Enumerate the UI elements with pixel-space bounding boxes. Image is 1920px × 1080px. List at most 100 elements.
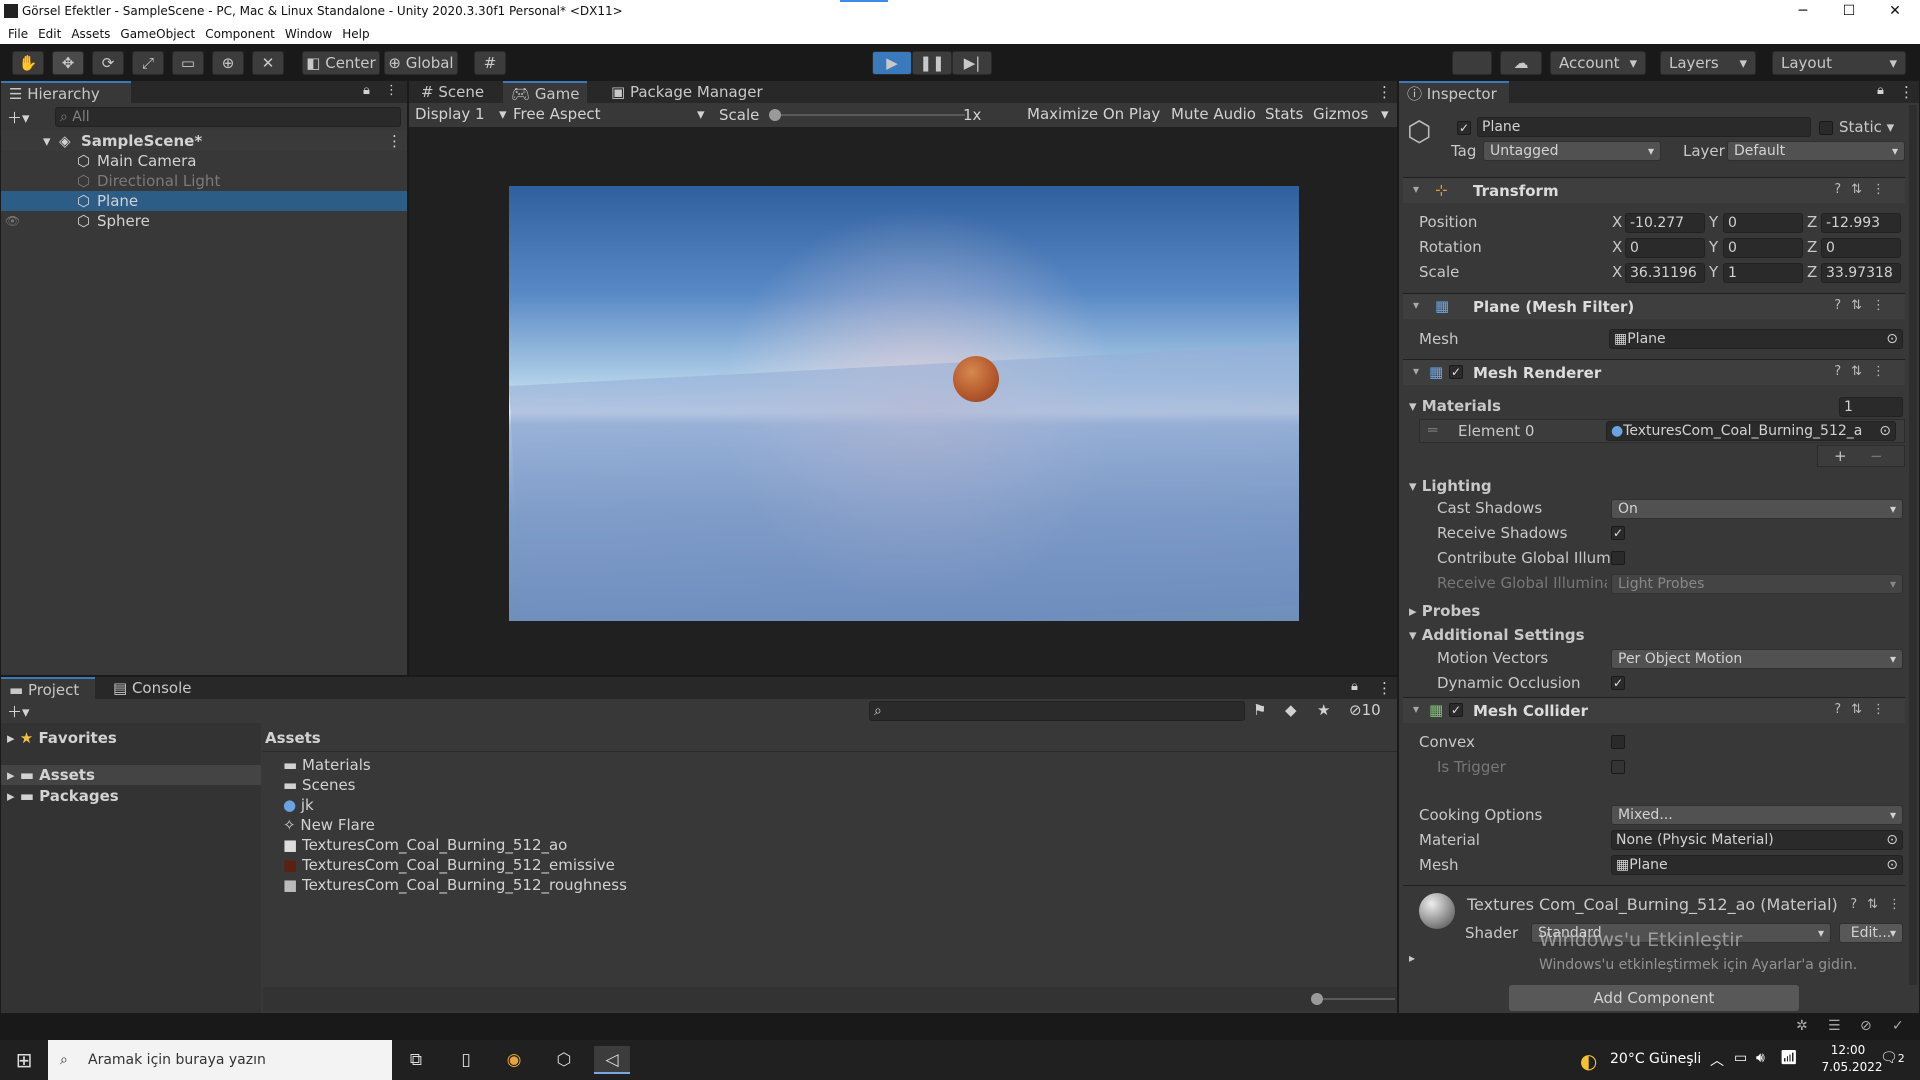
lighting-foldout[interactable]: ▾ Lighting [1409, 477, 1492, 495]
tab-console[interactable]: ▤ Console [105, 677, 200, 699]
additional-settings-foldout[interactable]: ▾ Additional Settings [1409, 626, 1585, 644]
close-button[interactable]: ✕ [1872, 0, 1918, 24]
tree-favorites[interactable]: ▸ ★ Favorites [7, 729, 117, 747]
aspect-dropdown[interactable]: Free Aspect ▾ [513, 105, 709, 123]
scale-slider-handle[interactable] [769, 109, 781, 121]
clock-time[interactable]: 12:00 [1818, 1043, 1878, 1057]
position-z-field[interactable]: -12.993 [1821, 213, 1901, 233]
collider-mesh-field[interactable]: ▦Plane ⊙ [1611, 855, 1903, 875]
game-viewport[interactable] [509, 186, 1299, 621]
cloud-icon[interactable]: ☁ [1500, 51, 1542, 75]
notification-icon[interactable]: 🗨︎2 [1880, 1050, 1905, 1066]
dynamic-occlusion-checkbox[interactable]: ✓ [1611, 676, 1625, 690]
visibility-eye-icon[interactable]: 👁︎ [5, 211, 20, 231]
mesh-filter-header[interactable]: ▾ ▦ Plane (Mesh Filter) ?⇅⋮ [1403, 293, 1905, 319]
position-y-field[interactable]: 0 [1723, 213, 1803, 233]
hierarchy-search-input[interactable]: ⌕ All [55, 107, 401, 127]
tab-hierarchy[interactable]: ☰ Hierarchy [1, 81, 131, 103]
hidden-packages-icon[interactable]: ⊘10 [1349, 701, 1381, 719]
remove-element-button[interactable]: − [1870, 447, 1883, 465]
lock-icon[interactable]: 🔒︎ [1877, 83, 1884, 98]
mute-audio-toggle[interactable]: Mute Audio [1171, 105, 1256, 123]
component-header-icons[interactable]: ?⇅⋮ [1834, 364, 1895, 379]
hierarchy-item[interactable]: ⬡ Main Camera [1, 151, 407, 171]
receive-shadows-checkbox[interactable]: ✓ [1611, 526, 1625, 540]
kebab-menu-icon[interactable]: ⋮ [1899, 83, 1914, 101]
static-dropdown[interactable]: Static ▾ [1839, 118, 1894, 136]
materials-count-field[interactable]: 1 [1839, 397, 1903, 417]
receive-gi-dropdown[interactable]: Light Probes [1611, 574, 1903, 594]
pause-button[interactable]: ❚❚ [912, 51, 952, 75]
tag-dropdown[interactable]: Untagged [1483, 141, 1661, 161]
progress-check-icon[interactable]: ✓ [1892, 1018, 1904, 1034]
physic-material-field[interactable]: None (Physic Material) ⊙ [1611, 830, 1903, 850]
hierarchy-item-selected[interactable]: ⬡ Plane [1, 191, 407, 211]
shader-edit-button[interactable]: Edit... [1839, 923, 1903, 943]
layers-dropdown[interactable]: Layers ▾ [1660, 51, 1756, 75]
tab-inspector[interactable]: ⓘ Inspector [1399, 81, 1509, 103]
account-dropdown[interactable]: Account ▾ [1550, 51, 1646, 75]
project-search-input[interactable]: ⌕ [869, 701, 1245, 721]
collab-button[interactable] [1452, 51, 1492, 75]
hand-tool-icon[interactable]: ✋ [12, 51, 44, 75]
cooking-options-dropdown[interactable]: Mixed... [1611, 805, 1903, 825]
object-name-field[interactable]: Plane [1477, 117, 1811, 137]
hierarchy-item[interactable]: ⬡ Directional Light [1, 171, 407, 191]
scene-row[interactable]: ▾ ◈ SampleScene* ⋮ [1, 131, 407, 151]
mesh-renderer-header[interactable]: ▾ ▦ ✓ Mesh Renderer ?⇅⋮ [1403, 359, 1905, 385]
layout-dropdown[interactable]: Layout ▾ [1772, 51, 1906, 75]
maximize-on-play-toggle[interactable]: Maximize On Play [1027, 105, 1160, 123]
list-item[interactable]: ■ TexturesCom_Coal_Burning_512_emissive [283, 855, 627, 875]
is-trigger-checkbox[interactable] [1611, 760, 1625, 774]
object-picker-icon[interactable]: ⊙ [1886, 330, 1898, 348]
volume-icon[interactable]: 🔊︎ [1756, 1050, 1765, 1066]
kebab-menu-icon[interactable]: ⋮ [387, 131, 402, 151]
object-picker-icon[interactable]: ⊙ [1886, 831, 1898, 849]
tab-package-manager[interactable]: ▣ Package Manager [603, 81, 771, 103]
windows-start-icon[interactable]: ⊞ [6, 1046, 42, 1074]
unity-editor-icon[interactable]: ◁ [594, 1046, 630, 1074]
inspector-scrollbar[interactable] [1909, 105, 1917, 985]
display-dropdown[interactable]: Display 1 ▾ [415, 105, 511, 123]
expand-triangle-icon[interactable]: ▸ [1409, 951, 1415, 965]
enabled-checkbox[interactable]: ✓ [1449, 365, 1463, 379]
filter-label-icon[interactable]: ◆ [1285, 701, 1297, 719]
motion-vectors-dropdown[interactable]: Per Object Motion [1611, 649, 1903, 669]
tree-packages[interactable]: ▸ ▬ Packages [7, 787, 119, 805]
kebab-menu-icon[interactable]: ⋮ [385, 83, 398, 98]
pivot-global-button[interactable]: ⊕ Global [384, 51, 458, 75]
tree-assets[interactable]: ▸ ▬ Assets [1, 765, 261, 785]
network-icon[interactable]: ⊘ [1860, 1018, 1872, 1034]
contribute-gi-checkbox[interactable] [1611, 551, 1625, 565]
scale-slider-track[interactable] [773, 114, 965, 116]
filter-type-icon[interactable]: ⚑ [1253, 701, 1266, 719]
tab-scene[interactable]: # Scene [413, 81, 492, 103]
menu-window[interactable]: Window [285, 27, 332, 41]
rotation-x-field[interactable]: 0 [1625, 238, 1705, 258]
clock-date[interactable]: 7.05.2022 [1818, 1060, 1886, 1074]
icon-size-slider-track[interactable] [1323, 998, 1395, 1000]
maximize-button[interactable]: ☐ [1826, 0, 1872, 24]
lock-icon[interactable]: 🔒︎ [1351, 679, 1358, 694]
wifi-icon[interactable]: 📶︎ [1780, 1050, 1798, 1066]
component-header-icons[interactable]: ?⇅⋮ [1834, 298, 1895, 313]
rotate-tool-icon[interactable]: ⟳ [92, 51, 124, 75]
move-tool-icon[interactable]: ✥ [52, 51, 84, 75]
tab-game[interactable]: 🎮︎ Game [503, 81, 588, 103]
add-element-button[interactable]: + [1834, 447, 1847, 465]
static-checkbox[interactable] [1819, 121, 1833, 135]
list-item[interactable]: ▬ Scenes [283, 775, 627, 795]
taskbar-search-input[interactable]: ⌕ Aramak için buraya yazın [48, 1040, 392, 1080]
layer-dropdown[interactable]: Default [1727, 141, 1905, 161]
unity-hub-icon[interactable]: ⬡ [546, 1046, 582, 1074]
enabled-checkbox[interactable]: ✓ [1449, 703, 1463, 717]
menu-component[interactable]: Component [205, 27, 275, 41]
list-item[interactable]: ● jk [283, 795, 627, 815]
list-item[interactable]: ✧ New Flare [283, 815, 627, 835]
component-header-icons[interactable]: ?⇅⋮ [1850, 897, 1911, 912]
active-checkbox[interactable]: ✓ [1457, 121, 1471, 135]
menu-edit[interactable]: Edit [38, 27, 61, 41]
icon-size-slider-handle[interactable] [1311, 993, 1323, 1005]
mesh-object-field[interactable]: ▦Plane ⊙ [1609, 329, 1903, 349]
menu-gameobject[interactable]: GameObject [120, 27, 195, 41]
